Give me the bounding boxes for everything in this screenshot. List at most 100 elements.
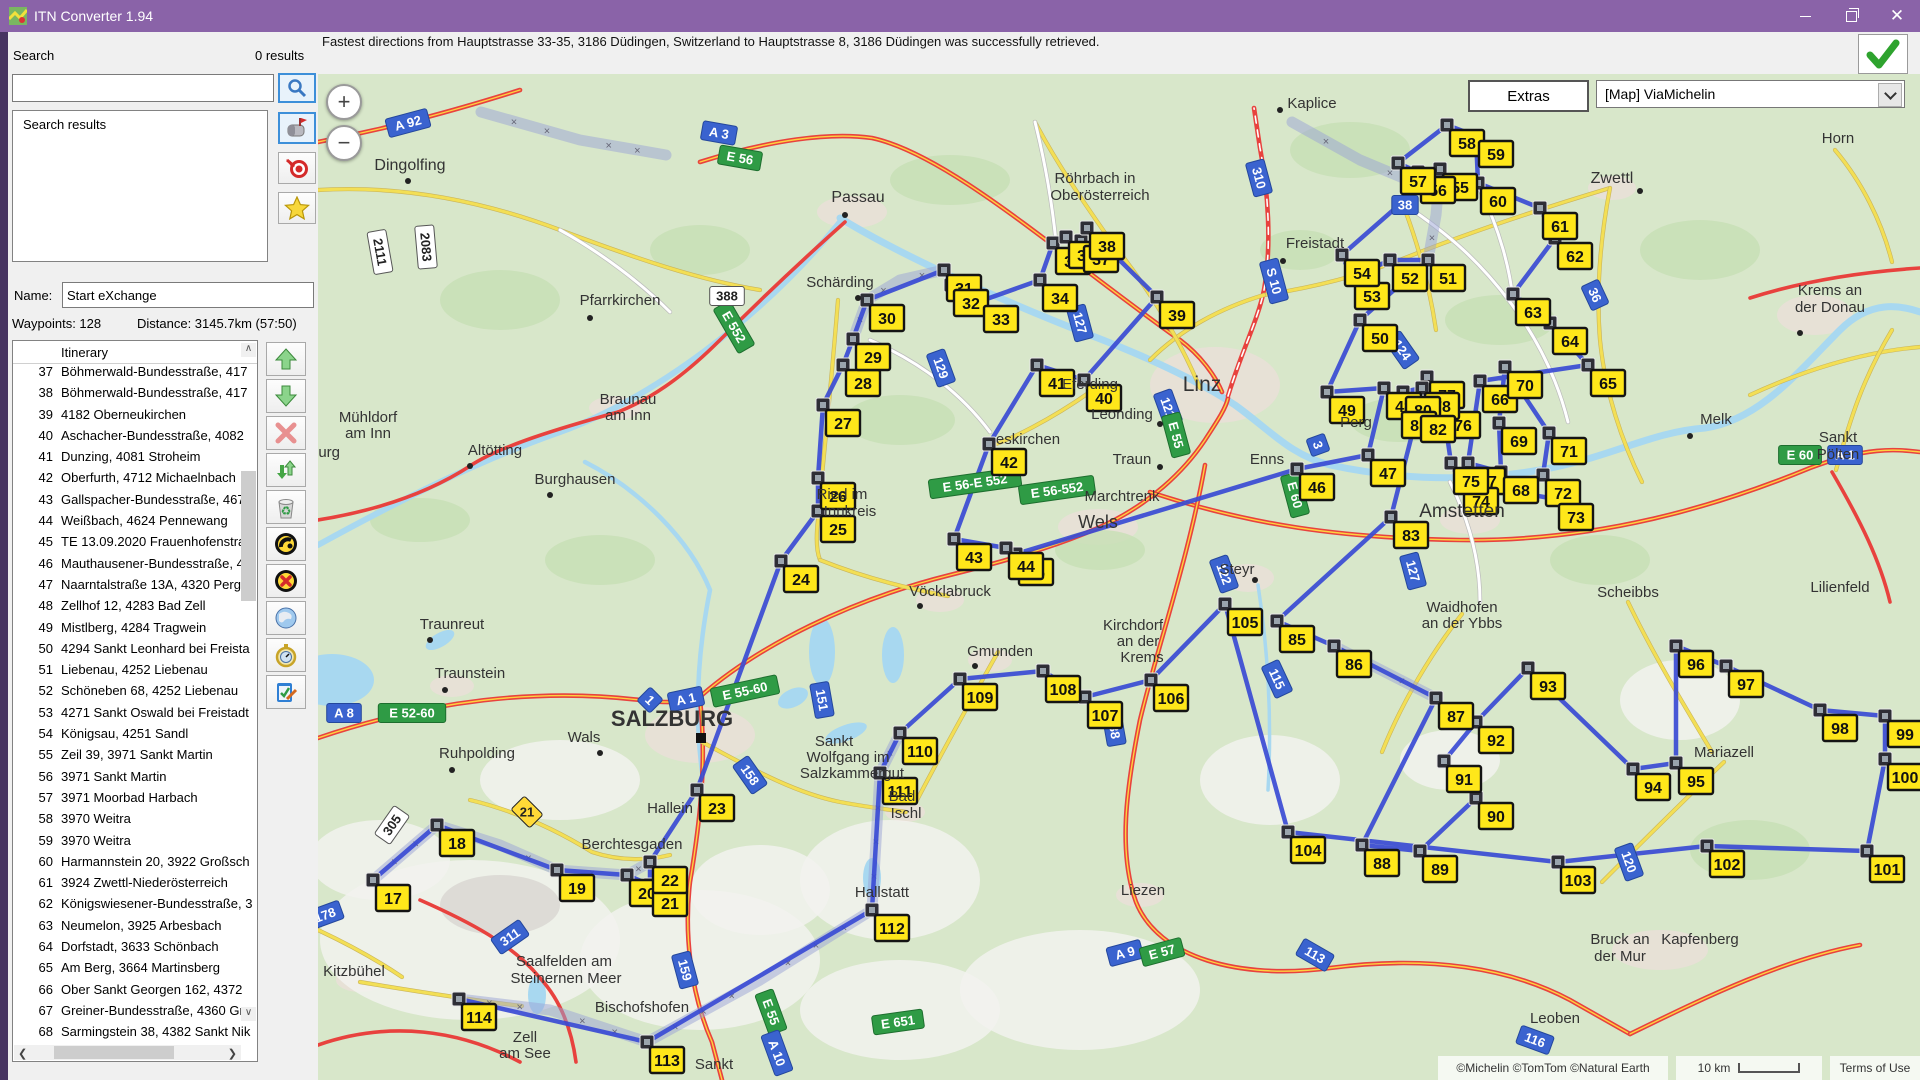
waypoint-marker[interactable]: 30: [870, 305, 904, 331]
itinerary-row[interactable]: 68Sarmingstein 38, 4382 Sankt Nik: [13, 1024, 257, 1045]
waypoint-marker[interactable]: 68: [1504, 477, 1538, 503]
waypoint-marker[interactable]: 102: [1710, 851, 1744, 877]
waypoint-marker[interactable]: 87: [1439, 703, 1473, 729]
map-layer-select[interactable]: [Map] ViaMichelin: [1596, 80, 1905, 108]
itinerary-row[interactable]: 63Neumelon, 3925 Arbesbach: [13, 918, 257, 939]
zoom-in-button[interactable]: +: [326, 84, 362, 120]
trash-button[interactable]: ♻: [266, 490, 306, 524]
waypoint-marker[interactable]: 65: [1591, 370, 1625, 396]
tomtom-button[interactable]: [266, 527, 306, 561]
waypoint-marker[interactable]: 19: [560, 875, 594, 901]
waypoint-marker[interactable]: 22: [653, 867, 687, 893]
itinerary-row[interactable]: 46Mauthausener-Bundesstraße, 43: [13, 556, 257, 577]
itinerary-row[interactable]: 573971 Moorbad Harbach: [13, 790, 257, 811]
itinerary-row[interactable]: 65Am Berg, 3664 Martinsberg: [13, 960, 257, 981]
itinerary-row[interactable]: 66Ober Sankt Georgen 162, 4372: [13, 982, 257, 1003]
waypoint-marker[interactable]: 73: [1559, 504, 1593, 530]
itinerary-row[interactable]: 49Mistlberg, 4284 Tragwein: [13, 620, 257, 641]
waypoint-marker[interactable]: 103: [1561, 867, 1595, 893]
reverse-button[interactable]: [266, 453, 306, 487]
horizontal-scrollbar[interactable]: ❮ ❯: [14, 1045, 241, 1060]
waypoint-marker[interactable]: 27: [826, 410, 860, 436]
waypoint-marker[interactable]: 100: [1888, 764, 1920, 790]
itinerary-row[interactable]: 48Zellhof 12, 4283 Bad Zell: [13, 598, 257, 619]
target-button[interactable]: [278, 152, 316, 184]
restore-button[interactable]: [1828, 0, 1874, 32]
waypoint-marker[interactable]: 75: [1454, 468, 1488, 494]
itinerary-row[interactable]: 54Königsau, 4251 Sandl: [13, 726, 257, 747]
itinerary-row[interactable]: 51Liebenau, 4252 Liebenau: [13, 662, 257, 683]
waypoint-marker[interactable]: 99: [1888, 721, 1920, 747]
waypoint-marker[interactable]: 86: [1337, 651, 1371, 677]
edit-button[interactable]: [266, 675, 306, 709]
tomtom-delete-button[interactable]: [266, 564, 306, 598]
waypoint-marker[interactable]: 38: [1090, 233, 1124, 259]
waypoint-marker[interactable]: 109: [963, 684, 997, 710]
waypoint-marker[interactable]: 62: [1558, 243, 1592, 269]
waypoint-marker[interactable]: 97: [1729, 671, 1763, 697]
scroll-right-arrow[interactable]: ❯: [228, 1047, 237, 1060]
waypoint-marker[interactable]: 110: [903, 738, 937, 764]
waypoint-marker[interactable]: 85: [1280, 626, 1314, 652]
waypoint-marker[interactable]: 23: [700, 795, 734, 821]
waypoint-marker[interactable]: 70: [1508, 372, 1542, 398]
waypoint-marker[interactable]: 51: [1431, 265, 1465, 291]
scroll-left-arrow[interactable]: ❮: [18, 1047, 27, 1060]
waypoint-marker[interactable]: 106: [1154, 685, 1188, 711]
waypoint-marker[interactable]: 91: [1447, 766, 1481, 792]
waypoint-marker[interactable]: 43: [957, 544, 991, 570]
itinerary-row[interactable]: 64Dorfstadt, 3633 Schönbach: [13, 939, 257, 960]
delete-button[interactable]: [266, 416, 306, 450]
itinerary-row[interactable]: 534271 Sankt Oswald bei Freistadt: [13, 705, 257, 726]
waypoint-marker[interactable]: 34: [1043, 285, 1077, 311]
waypoint-marker[interactable]: 96: [1679, 651, 1713, 677]
waypoint-marker[interactable]: 54: [1345, 260, 1379, 286]
waypoint-marker[interactable]: 28: [846, 370, 880, 396]
waypoint-marker[interactable]: 89: [1423, 856, 1457, 882]
itinerary-row[interactable]: 593970 Weitra: [13, 833, 257, 854]
waypoint-marker[interactable]: 24: [784, 566, 818, 592]
move-up-button[interactable]: [266, 342, 306, 376]
poi-button[interactable]: [278, 112, 316, 144]
close-button[interactable]: ✕: [1874, 0, 1920, 32]
waypoint-marker[interactable]: 104: [1291, 837, 1325, 863]
waypoint-marker[interactable]: 47: [1371, 460, 1405, 486]
waypoint-marker[interactable]: 90: [1479, 803, 1513, 829]
itinerary-row[interactable]: 38Böhmerwald-Bundesstraße, 417: [13, 385, 257, 406]
waypoint-marker[interactable]: 107: [1088, 702, 1122, 728]
waypoint-marker[interactable]: 114: [462, 1004, 496, 1030]
itinerary-row[interactable]: 563971 Sankt Martin: [13, 769, 257, 790]
itinerary-row[interactable]: 613924 Zwettl-Niederösterreich: [13, 875, 257, 896]
minimize-button[interactable]: [1782, 0, 1828, 32]
waypoint-marker[interactable]: 88: [1365, 850, 1399, 876]
waypoint-marker[interactable]: 72: [1546, 480, 1580, 506]
waypoint-marker[interactable]: 44: [1009, 553, 1043, 579]
search-button[interactable]: [278, 73, 316, 103]
waypoint-marker[interactable]: 94: [1636, 774, 1670, 800]
itinerary-row[interactable]: 583970 Weitra: [13, 811, 257, 832]
itinerary-row[interactable]: 394182 Oberneukirchen: [13, 407, 257, 428]
name-input[interactable]: [62, 282, 314, 308]
waypoint-marker[interactable]: 64: [1553, 328, 1587, 354]
zoom-out-button[interactable]: −: [326, 125, 362, 161]
itinerary-row[interactable]: 44Weißbach, 4624 Pennewang: [13, 513, 257, 534]
waypoint-marker[interactable]: 46: [1300, 474, 1334, 500]
scroll-up-arrow[interactable]: ∧: [241, 343, 256, 357]
itinerary-row[interactable]: 41Dunzing, 4081 Stroheim: [13, 449, 257, 470]
itinerary-row[interactable]: 67Greiner-Bundesstraße, 4360 Gre: [13, 1003, 257, 1024]
itinerary-row[interactable]: 52Schöneben 68, 4252 Liebenau: [13, 683, 257, 704]
waypoint-marker[interactable]: 63: [1516, 299, 1550, 325]
waypoint-marker[interactable]: 39: [1160, 302, 1194, 328]
waypoint-marker[interactable]: 52: [1393, 265, 1427, 291]
waypoint-marker[interactable]: 18: [440, 830, 474, 856]
waypoint-marker[interactable]: 98: [1823, 715, 1857, 741]
horizontal-scrollbar-thumb[interactable]: [54, 1046, 174, 1059]
waypoint-marker[interactable]: 17: [376, 885, 410, 911]
waypoint-marker[interactable]: 108: [1046, 676, 1080, 702]
itinerary-row[interactable]: 47Naarntalstraße 13A, 4320 Perg: [13, 577, 257, 598]
itinerary-row[interactable]: 43Gallspacher-Bundesstraße, 4673: [13, 492, 257, 513]
itinerary-row[interactable]: 45TE 13.09.2020 Frauenhofenstra: [13, 534, 257, 555]
move-down-button[interactable]: [266, 379, 306, 413]
success-check-button[interactable]: [1858, 34, 1908, 74]
search-results-list[interactable]: Search results: [12, 110, 268, 262]
